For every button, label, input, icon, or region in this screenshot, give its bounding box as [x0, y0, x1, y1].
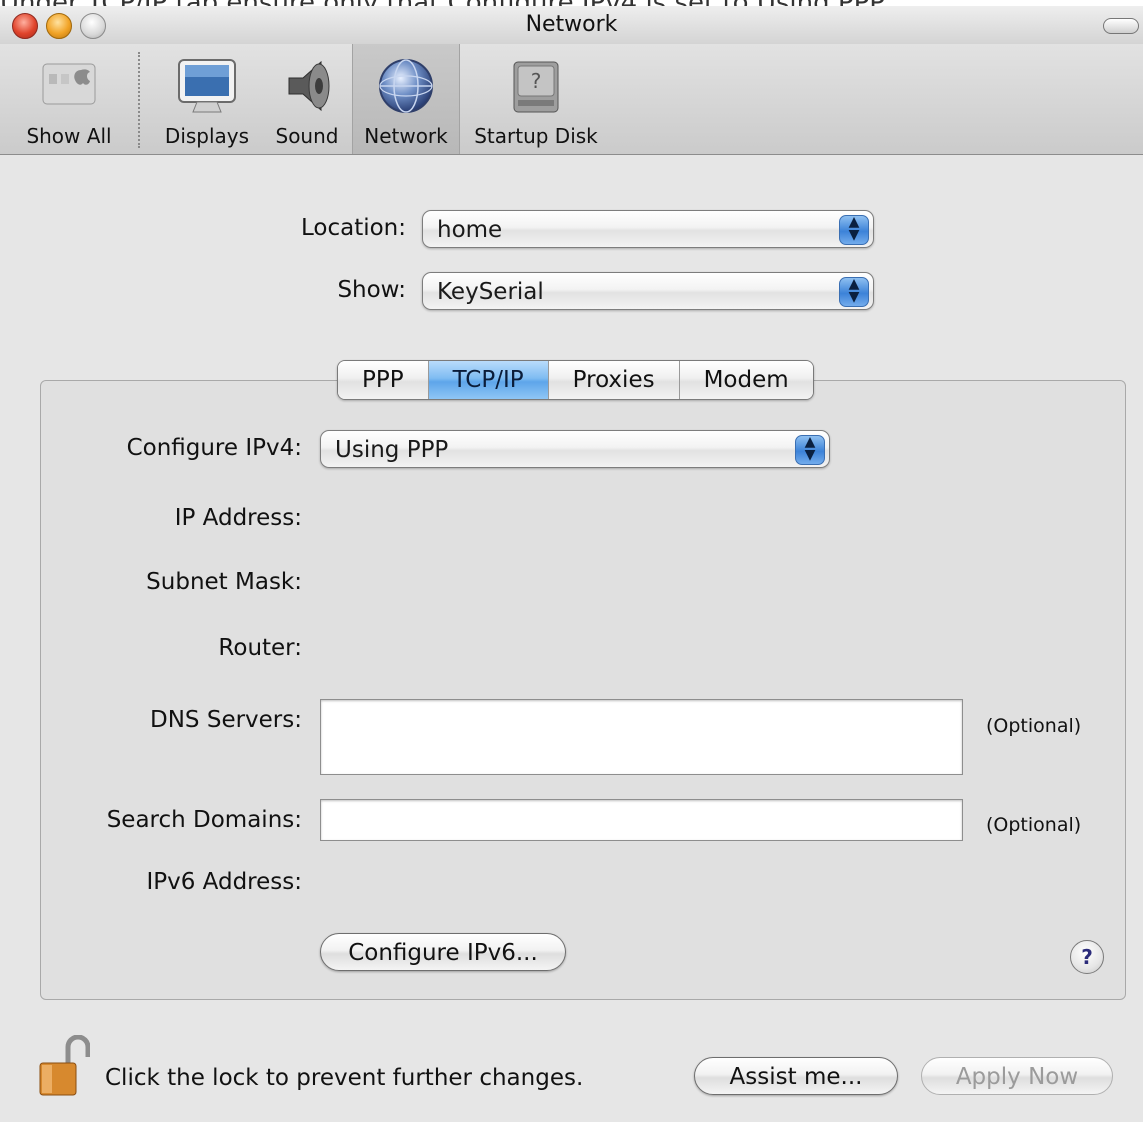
toolbar-item-label: Startup Disk: [474, 124, 598, 148]
configure-ipv4-popup[interactable]: Using PPP ▲ ▼: [320, 430, 830, 468]
popup-arrows-icon: ▲ ▼: [795, 435, 825, 465]
dns-servers-label: DNS Servers:: [150, 707, 302, 733]
speaker-icon: [288, 60, 330, 112]
toolbar-show-all[interactable]: Show All: [8, 44, 130, 154]
svg-text:?: ?: [531, 69, 542, 93]
network-pane: Location: home ▲ ▼ Show: KeySerial ▲ ▼ PPP…: [0, 155, 1143, 1122]
ipv6-address-label: IPv6 Address:: [146, 869, 302, 895]
router-label: Router:: [218, 635, 302, 661]
location-label: Location:: [300, 215, 406, 241]
search-domains-optional-hint: (Optional): [986, 814, 1082, 836]
configure-ipv4-label: Configure IPv4:: [126, 435, 302, 461]
toolbar-item-label: Sound: [275, 124, 339, 148]
tab-tcpip[interactable]: TCP/IP: [428, 361, 549, 399]
show-value: KeySerial: [437, 279, 544, 305]
hard-disk-icon: ?: [513, 61, 559, 113]
toolbar-displays[interactable]: Displays: [155, 44, 259, 154]
tab-ppp[interactable]: PPP: [338, 361, 429, 399]
dns-servers-field[interactable]: [320, 699, 963, 775]
toolbar-separator: [138, 52, 140, 148]
configure-ipv4-value: Using PPP: [335, 437, 449, 463]
lock-status-text: Click the lock to prevent further change…: [105, 1065, 584, 1091]
tab-bar: PPP TCP/IP Proxies Modem: [337, 360, 814, 400]
preferences-toolbar: Show All Displays Sound Network ? Startu…: [0, 44, 1143, 155]
toolbar-item-label: Show All: [26, 124, 112, 148]
tab-proxies[interactable]: Proxies: [548, 361, 680, 399]
help-button[interactable]: ?: [1070, 940, 1104, 974]
toolbar-startup-disk[interactable]: ? Startup Disk: [466, 44, 606, 154]
toolbar-toggle-button[interactable]: [1103, 18, 1139, 34]
tab-view: [40, 380, 1126, 1000]
popup-arrows-icon: ▲ ▼: [839, 215, 869, 245]
location-value: home: [437, 217, 503, 243]
title-bar[interactable]: Network: [0, 6, 1143, 44]
toolbar-sound[interactable]: Sound: [268, 44, 346, 154]
apple-grid-icon: [42, 63, 96, 105]
show-popup[interactable]: KeySerial ▲ ▼: [422, 272, 874, 310]
network-preferences-window: Network Show All Displays Sound Network …: [0, 6, 1143, 1122]
ip-address-label: IP Address:: [174, 505, 302, 531]
dns-optional-hint: (Optional): [986, 715, 1082, 737]
search-domains-field[interactable]: [320, 799, 963, 841]
unlocked-padlock-icon[interactable]: [38, 1035, 90, 1097]
display-icon: [178, 59, 236, 113]
location-popup[interactable]: home ▲ ▼: [422, 210, 874, 248]
assist-me-button[interactable]: Assist me...: [694, 1057, 898, 1095]
globe-icon: [379, 59, 433, 113]
tab-modem[interactable]: Modem: [679, 361, 813, 399]
configure-ipv6-button[interactable]: Configure IPv6...: [320, 933, 566, 971]
show-label: Show:: [337, 277, 406, 303]
toolbar-item-label: Displays: [164, 124, 250, 148]
subnet-mask-label: Subnet Mask:: [146, 569, 302, 595]
toolbar-network[interactable]: Network: [352, 44, 460, 154]
search-domains-label: Search Domains:: [106, 807, 302, 833]
toolbar-item-label: Network: [364, 124, 448, 148]
apply-now-button[interactable]: Apply Now: [921, 1057, 1113, 1095]
window-title: Network: [525, 12, 618, 37]
popup-arrows-icon: ▲ ▼: [839, 277, 869, 307]
